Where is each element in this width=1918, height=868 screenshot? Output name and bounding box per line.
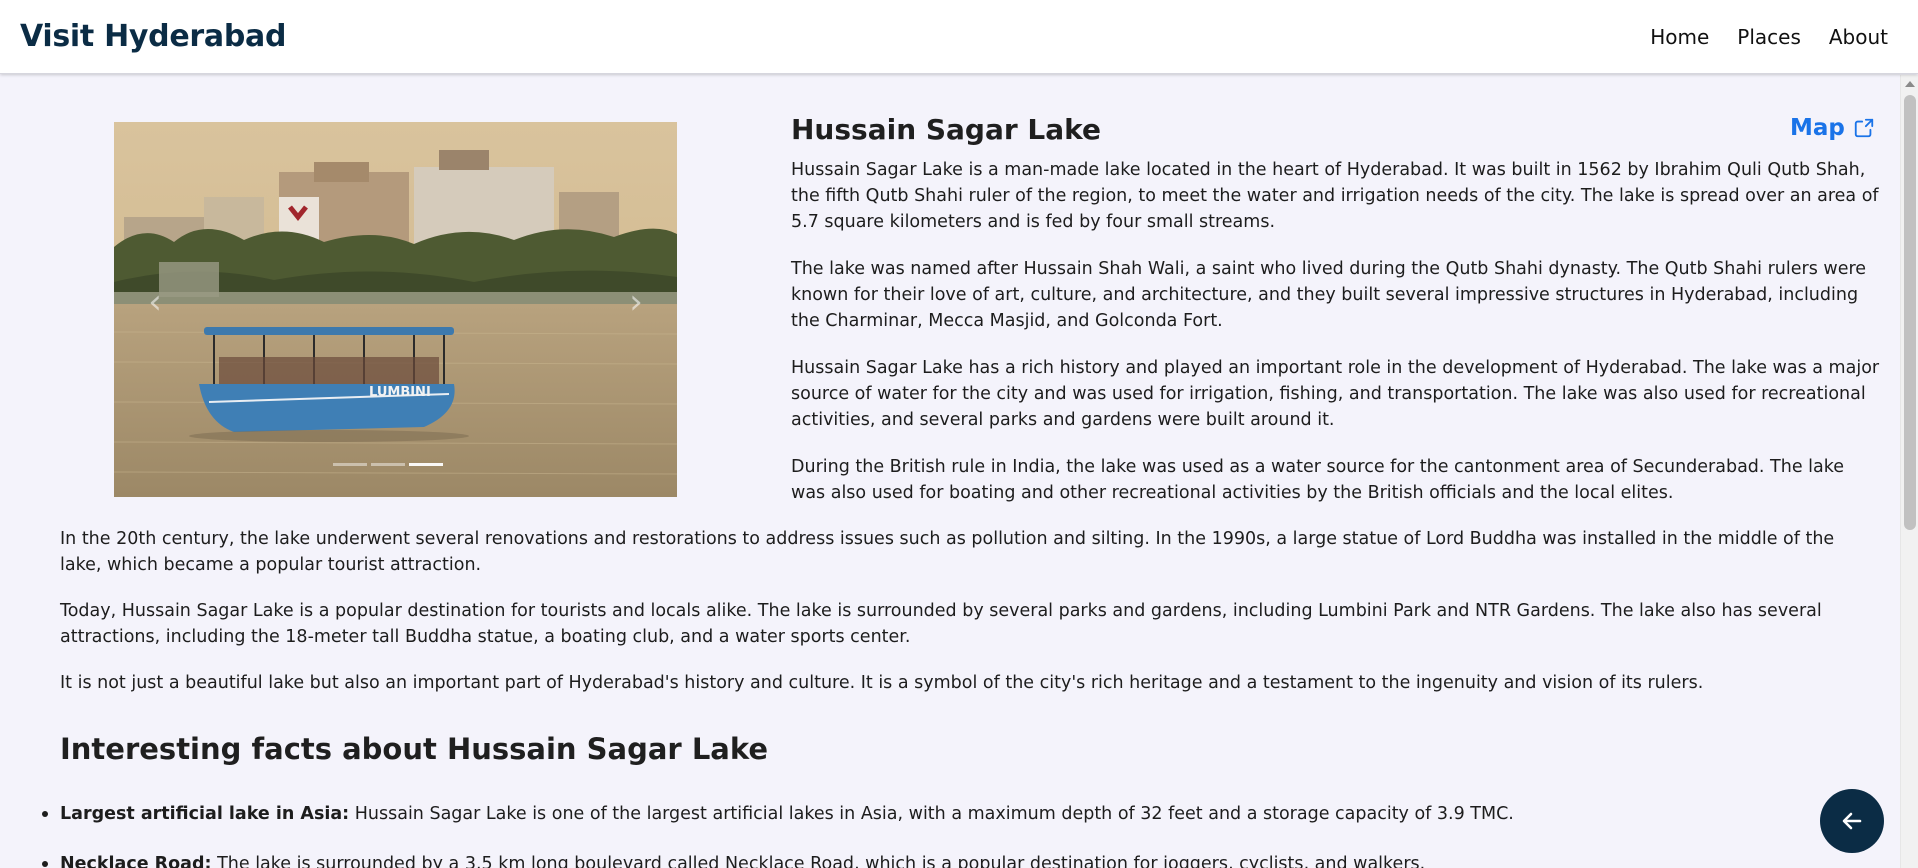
page-scrollbar[interactable] <box>1900 75 1918 868</box>
facts-heading: Interesting facts about Hussain Sagar La… <box>60 732 769 766</box>
place-title: Hussain Sagar Lake <box>791 113 1102 146</box>
fact-item: Necklace Road: The lake is surrounded by… <box>42 851 1860 868</box>
carousel-indicator-1[interactable] <box>333 463 367 466</box>
map-link[interactable]: Map <box>1790 115 1875 141</box>
nav-about-link[interactable]: About <box>1829 25 1888 49</box>
fact-label: Largest artificial lake in Asia: <box>60 804 350 824</box>
description-paragraph: It is not just a beautiful lake but also… <box>60 673 1704 693</box>
nav-places-link[interactable]: Places <box>1737 25 1801 49</box>
main-content: LUMBINI ‹ › Hussain Sagar Lake Map Hussa… <box>0 75 1900 868</box>
scroll-up-arrow[interactable] <box>1905 81 1915 87</box>
nav-home-link[interactable]: Home <box>1650 25 1709 49</box>
fact-text: Hussain Sagar Lake is one of the largest… <box>349 804 1514 824</box>
fact-label: Necklace Road: <box>60 854 212 868</box>
map-link-label: Map <box>1790 115 1845 141</box>
carousel-indicators <box>333 463 443 466</box>
description-paragraph: Hussain Sagar Lake has a rich history an… <box>791 358 1880 430</box>
external-share-icon <box>1854 118 1874 138</box>
arrow-left-icon <box>1842 812 1862 830</box>
carousel-next-button[interactable]: › <box>616 282 656 322</box>
image-carousel[interactable]: LUMBINI ‹ › <box>114 122 677 497</box>
nav-links: Home Places About <box>1650 25 1888 49</box>
facts-list: Largest artificial lake in Asia: Hussain… <box>42 801 1860 868</box>
carousel-indicator-2[interactable] <box>371 463 405 466</box>
fact-text: The lake is surrounded by a 3.5 km long … <box>211 854 1426 868</box>
description-paragraph: Today, Hussain Sagar Lake is a popular d… <box>60 601 1822 647</box>
brand-logo[interactable]: Visit Hyderabad <box>20 19 286 54</box>
description-paragraph: Hussain Sagar Lake is a man-made lake lo… <box>791 160 1879 232</box>
scroll-thumb[interactable] <box>1904 95 1916 530</box>
description-paragraph: The lake was named after Hussain Shah Wa… <box>791 259 1867 331</box>
fact-item: Largest artificial lake in Asia: Hussain… <box>42 801 1860 827</box>
back-button[interactable] <box>1820 789 1884 853</box>
carousel-image: LUMBINI <box>114 122 677 497</box>
description-paragraph: In the 20th century, the lake underwent … <box>60 529 1835 575</box>
carousel-prev-button[interactable]: ‹ <box>135 282 175 322</box>
navbar: Visit Hyderabad Home Places About <box>0 0 1918 74</box>
boat-label: LUMBINI <box>369 385 431 400</box>
description-paragraph: During the British rule in India, the la… <box>791 457 1845 503</box>
carousel-indicator-3[interactable] <box>409 463 443 466</box>
